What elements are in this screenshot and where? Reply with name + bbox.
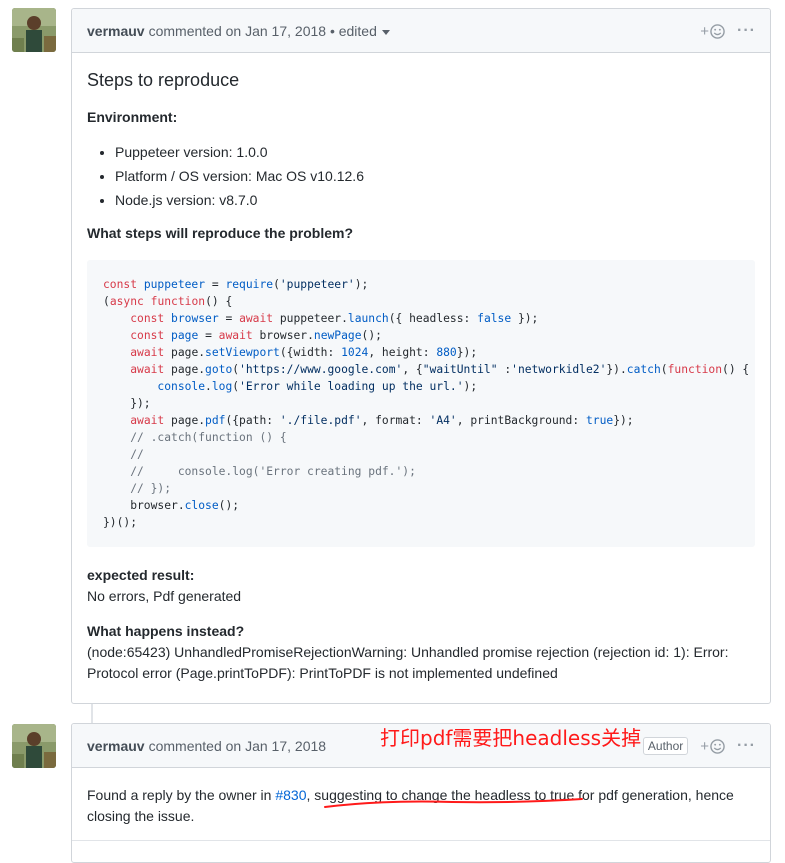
issue-link[interactable]: #830 — [275, 787, 306, 803]
plus-icon: + — [700, 737, 710, 755]
avatar[interactable] — [12, 8, 56, 52]
environment-list: Puppeteer version: 1.0.0 Platform / OS v… — [87, 142, 755, 211]
code-block: const puppeteer = require('puppeteer'); … — [87, 260, 755, 547]
list-item: Node.js version: v8.7.0 — [115, 190, 755, 211]
comment-author[interactable]: vermauv — [87, 23, 145, 39]
author-badge: Author — [642, 737, 689, 755]
annotation-underline — [324, 798, 583, 808]
smiley-icon — [710, 738, 725, 754]
steps-label: What steps will reproduce the problem? — [87, 225, 354, 241]
add-reaction-button[interactable]: + — [700, 23, 725, 40]
expected-label: expected result: — [87, 567, 195, 583]
avatar[interactable] — [12, 724, 56, 768]
issue-comment: vermauv commented on Jan 17, 2018 • edit… — [71, 8, 771, 704]
expected-text: No errors, Pdf generated — [87, 588, 242, 604]
smiley-icon — [710, 23, 725, 39]
comment-author[interactable]: vermauv — [87, 738, 145, 754]
more-options-icon[interactable]: ··· — [737, 22, 756, 40]
reply-prefix: Found a reply by the owner in — [87, 787, 276, 803]
list-item: Platform / OS version: Mac OS v10.12.6 — [115, 166, 755, 187]
edited-dropdown-icon[interactable] — [381, 23, 390, 39]
instead-text: (node:65423) UnhandledPromiseRejectionWa… — [87, 644, 729, 681]
comment-footer-divider — [72, 840, 770, 841]
comment-body: Steps to reproduce Environment: Puppetee… — [72, 53, 770, 698]
add-reaction-button[interactable]: + — [700, 738, 725, 755]
instead-label: What happens instead? — [87, 623, 245, 639]
timeline-connector — [91, 704, 93, 723]
plus-icon: + — [700, 22, 710, 40]
avatar-image — [12, 724, 56, 768]
list-item: Puppeteer version: 1.0.0 — [115, 142, 755, 163]
comment-header: vermauv commented on Jan 17, 2018 • edit… — [72, 9, 770, 53]
more-options-icon[interactable]: ··· — [737, 737, 756, 755]
annotation-text: 打印pdf需要把headless关掉 — [380, 726, 642, 750]
environment-label: Environment: — [87, 109, 178, 125]
comment-meta[interactable]: commented on Jan 17, 2018 • edited — [149, 23, 377, 39]
comment-meta[interactable]: commented on Jan 17, 2018 — [149, 738, 326, 754]
comment-heading: Steps to reproduce — [87, 70, 240, 90]
avatar-image — [12, 8, 56, 52]
